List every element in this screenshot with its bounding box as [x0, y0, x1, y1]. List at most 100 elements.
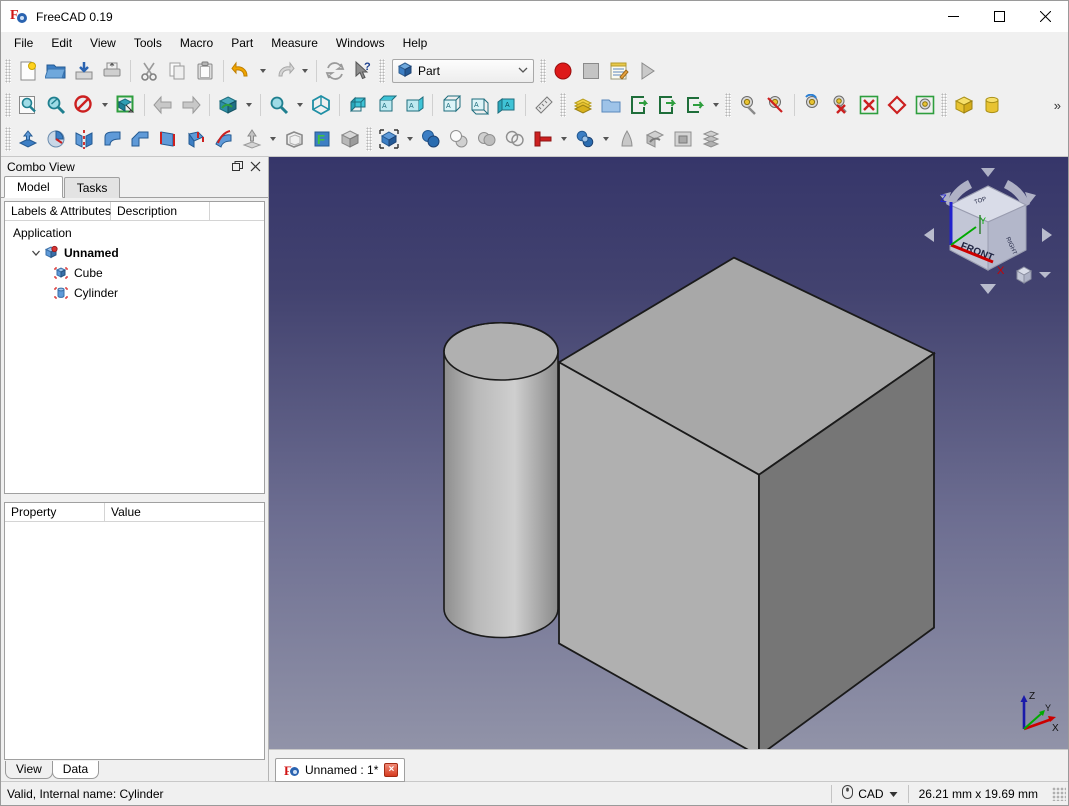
front-view-button[interactable] [344, 91, 372, 119]
tree-column-extra[interactable] [210, 202, 264, 220]
redo-dropdown-button[interactable] [298, 57, 312, 85]
part-box-button[interactable] [950, 91, 978, 119]
tab-view[interactable]: View [5, 761, 53, 779]
close-button[interactable] [1022, 1, 1068, 32]
close-document-button[interactable]: × [384, 763, 399, 777]
menu-windows[interactable]: Windows [327, 33, 394, 54]
join-button[interactable] [571, 125, 599, 153]
toggle-all-button[interactable] [799, 91, 827, 119]
section-button[interactable] [501, 125, 529, 153]
tab-data[interactable]: Data [51, 761, 100, 779]
rear-view-button[interactable]: A [437, 91, 465, 119]
menu-edit[interactable]: Edit [42, 33, 81, 54]
toolbar-overflow-button[interactable]: » [1054, 98, 1061, 113]
model-tree[interactable]: Labels & Attributes Description Applicat… [4, 201, 265, 494]
resize-grip[interactable] [1052, 786, 1066, 801]
top-view-button[interactable]: A [372, 91, 400, 119]
save-document-button[interactable] [70, 57, 98, 85]
toolbar-grip[interactable] [5, 93, 11, 117]
make-link-button[interactable] [625, 91, 653, 119]
join-dropdown-button[interactable] [599, 125, 613, 153]
link-actions-button[interactable] [681, 91, 709, 119]
toggle-visibility-button[interactable] [734, 91, 762, 119]
cross-sections-button[interactable] [529, 125, 557, 153]
part-cylinder-button[interactable] [978, 91, 1006, 119]
right-view-button[interactable]: A [400, 91, 428, 119]
whats-this-button[interactable]: ? [349, 57, 377, 85]
mirror-button[interactable] [70, 125, 98, 153]
toolbar-grip[interactable] [560, 93, 566, 117]
tab-tasks[interactable]: Tasks [63, 177, 121, 198]
toggle-axis-cross-button[interactable] [762, 91, 790, 119]
menu-help[interactable]: Help [394, 33, 437, 54]
menu-part[interactable]: Part [222, 33, 262, 54]
isometric-view-button[interactable] [307, 91, 335, 119]
open-document-button[interactable] [42, 57, 70, 85]
compound-button[interactable] [613, 125, 641, 153]
minimize-button[interactable] [930, 1, 976, 32]
chamfer-button[interactable] [126, 125, 154, 153]
boolean-button[interactable] [375, 125, 403, 153]
navigation-style-selector[interactable]: CAD [831, 784, 907, 803]
projection-button[interactable]: F [308, 125, 336, 153]
copy-button[interactable] [163, 57, 191, 85]
toolbar-grip[interactable] [941, 93, 947, 117]
cut-button[interactable] [135, 57, 163, 85]
tree-item-cylinder[interactable]: Cylinder [5, 283, 264, 303]
undo-dropdown-button[interactable] [256, 57, 270, 85]
toolbar-grip[interactable] [5, 59, 11, 83]
create-part-button[interactable] [569, 91, 597, 119]
toggle-selectability-button[interactable] [883, 91, 911, 119]
paste-button[interactable] [191, 57, 219, 85]
draw-style-dropdown-button[interactable] [98, 91, 112, 119]
tree-item-unnamed[interactable]: Unnamed [5, 243, 264, 263]
back-view-button[interactable] [149, 91, 177, 119]
extrude-button[interactable] [14, 125, 42, 153]
shape-builder-button[interactable] [336, 125, 364, 153]
fit-all-button[interactable] [14, 91, 42, 119]
fillet-button[interactable] [98, 125, 126, 153]
show-selection-button[interactable] [855, 91, 883, 119]
offset-dropdown-button[interactable] [266, 125, 280, 153]
macro-edit-button[interactable] [605, 57, 633, 85]
menu-file[interactable]: File [5, 33, 42, 54]
show-all-button[interactable] [911, 91, 939, 119]
chevron-down-icon[interactable] [29, 246, 43, 260]
view-cube-icon[interactable] [1014, 265, 1034, 285]
convert-to-solid-button[interactable] [641, 125, 669, 153]
menu-measure[interactable]: Measure [262, 33, 327, 54]
property-column-name[interactable]: Property [5, 503, 105, 521]
boolean-dropdown-button[interactable] [403, 125, 417, 153]
revolve-button[interactable] [42, 125, 70, 153]
macro-record-button[interactable] [549, 57, 577, 85]
chevron-down-icon[interactable] [889, 787, 898, 801]
zoom-box-button[interactable] [265, 91, 293, 119]
axonometric-button[interactable] [214, 91, 242, 119]
left-view-button[interactable]: A [493, 91, 521, 119]
maximize-button[interactable] [976, 1, 1022, 32]
tree-column-labels[interactable]: Labels & Attributes [5, 202, 111, 220]
fit-selection-button[interactable] [42, 91, 70, 119]
toolbar-grip[interactable] [540, 59, 546, 83]
offset-button[interactable] [238, 125, 266, 153]
tree-item-application[interactable]: Application [5, 223, 264, 243]
hide-selection-button[interactable] [827, 91, 855, 119]
make-sublink-button[interactable] [653, 91, 681, 119]
link-actions-dropdown-button[interactable] [709, 91, 723, 119]
measure-button[interactable] [530, 91, 558, 119]
toolbar-grip[interactable] [725, 93, 731, 117]
3d-scene[interactable] [269, 157, 1068, 749]
macro-execute-button[interactable] [633, 57, 661, 85]
union-button[interactable] [417, 125, 445, 153]
chevron-down-icon[interactable] [1038, 270, 1052, 280]
property-editor[interactable]: Property Value [4, 502, 265, 760]
bottom-view-button[interactable]: A [465, 91, 493, 119]
loft-button[interactable] [182, 125, 210, 153]
zoom-dropdown-button[interactable] [293, 91, 307, 119]
selection-view-button[interactable] [112, 91, 140, 119]
draw-style-button[interactable] [70, 91, 98, 119]
reverse-shapes-button[interactable] [669, 125, 697, 153]
document-tab-unnamed[interactable]: F Unnamed : 1* × [275, 758, 406, 782]
ruled-surface-button[interactable] [154, 125, 182, 153]
menu-macro[interactable]: Macro [171, 33, 222, 54]
